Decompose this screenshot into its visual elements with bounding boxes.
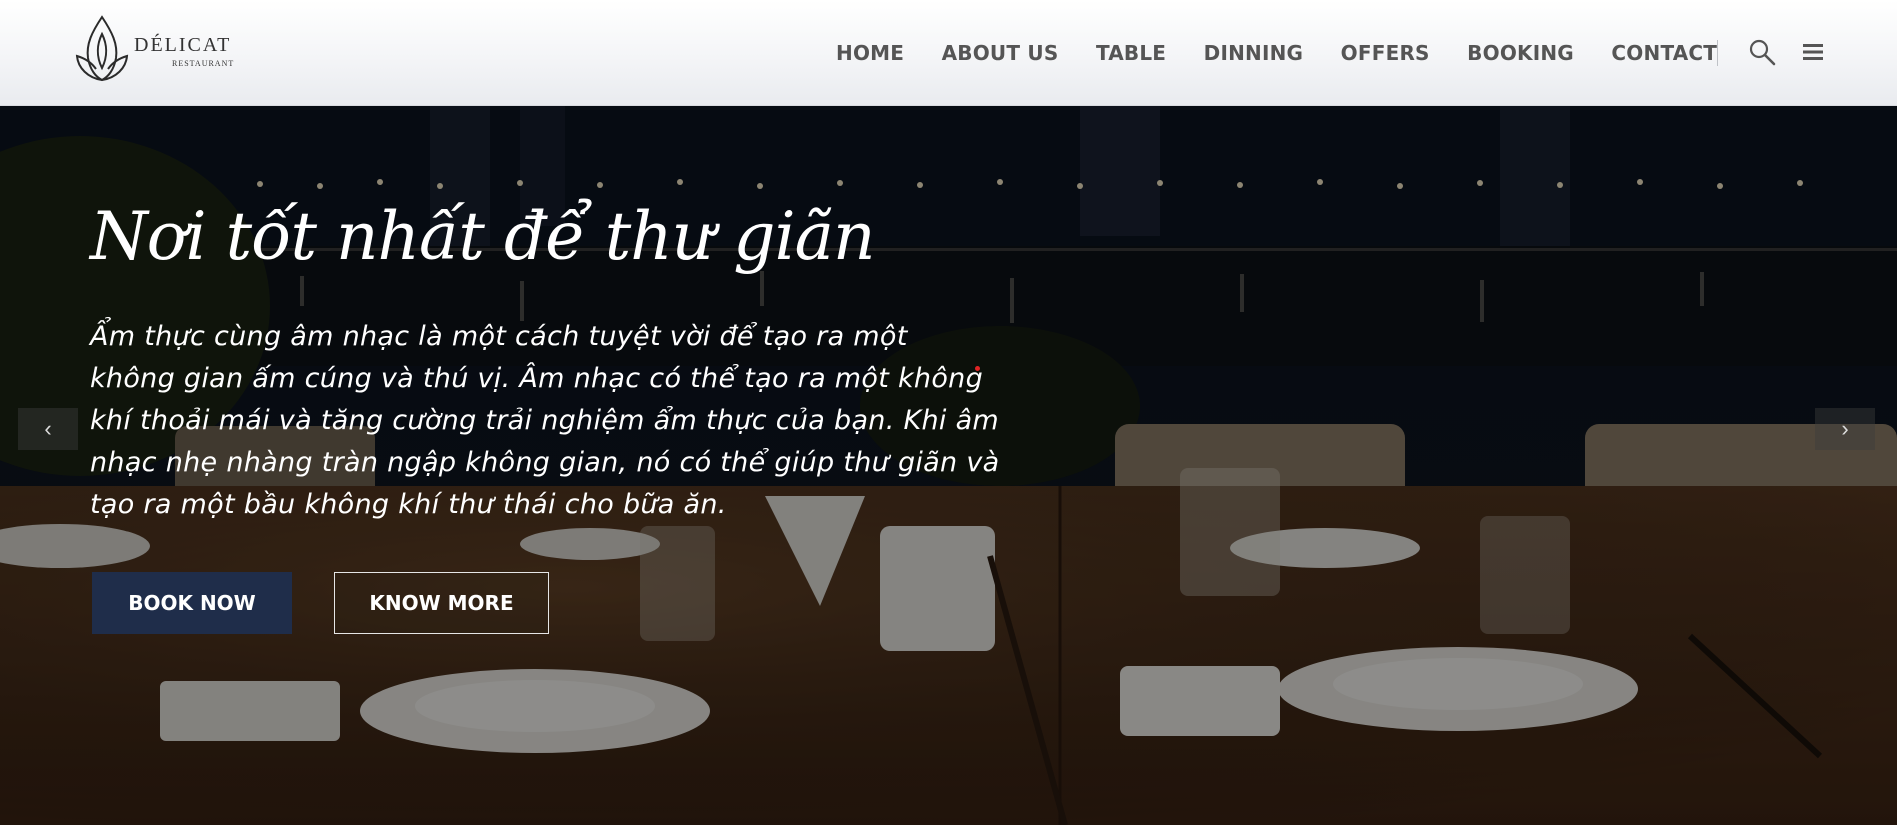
hamburger-menu-icon [1803,44,1823,60]
brand-subtitle: RESTAURANT [172,59,235,68]
chevron-left-icon: ‹ [44,416,52,441]
nav-item-dinning[interactable]: DINNING [1204,41,1304,65]
cursor-dot [975,366,980,371]
search-button[interactable] [1748,38,1776,66]
chevron-right-icon: › [1841,416,1849,441]
book-now-button[interactable]: BOOK NOW [92,572,292,634]
main-nav: HOME ABOUT US TABLE DINNING OFFERS BOOKI… [836,0,1717,105]
nav-item-contact[interactable]: CONTACT [1611,41,1717,65]
carousel-next-button[interactable]: › [1815,408,1875,450]
hero-title: Nơi tốt nhất để thư giãn [90,198,875,275]
nav-item-home[interactable]: HOME [836,41,904,65]
hero-description: Ẩm thực cùng âm nhạc là một cách tuyệt v… [90,321,1000,520]
search-icon [1749,39,1776,66]
hero-slider: Nơi tốt nhất để thư giãn Ẩm thực cùng âm… [0,106,1897,825]
brand-logo[interactable]: DÉLICAT RESTAURANT [74,14,244,84]
nav-item-booking[interactable]: BOOKING [1467,41,1574,65]
menu-button[interactable] [1800,38,1828,66]
lotus-logo-icon [75,15,129,82]
site-header: DÉLICAT RESTAURANT HOME ABOUT US TABLE D… [0,0,1897,106]
know-more-button[interactable]: KNOW MORE [334,572,549,634]
nav-divider [1717,40,1718,66]
brand-name: DÉLICAT [134,34,232,56]
nav-item-table[interactable]: TABLE [1096,41,1166,65]
nav-item-offers[interactable]: OFFERS [1341,41,1430,65]
carousel-prev-button[interactable]: ‹ [18,408,78,450]
nav-item-about-us[interactable]: ABOUT US [942,41,1059,65]
